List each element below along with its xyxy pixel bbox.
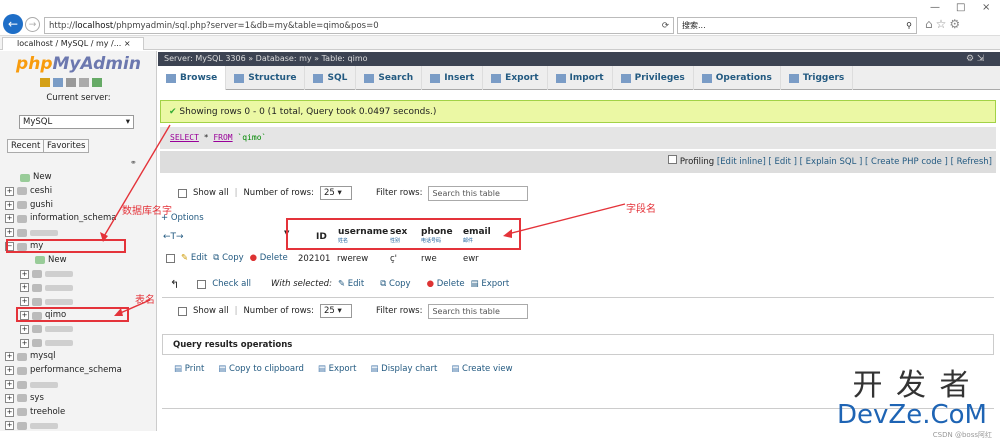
watermark: 开 发 者 DevZe.CoM CSDN @boss阿红	[837, 368, 992, 439]
